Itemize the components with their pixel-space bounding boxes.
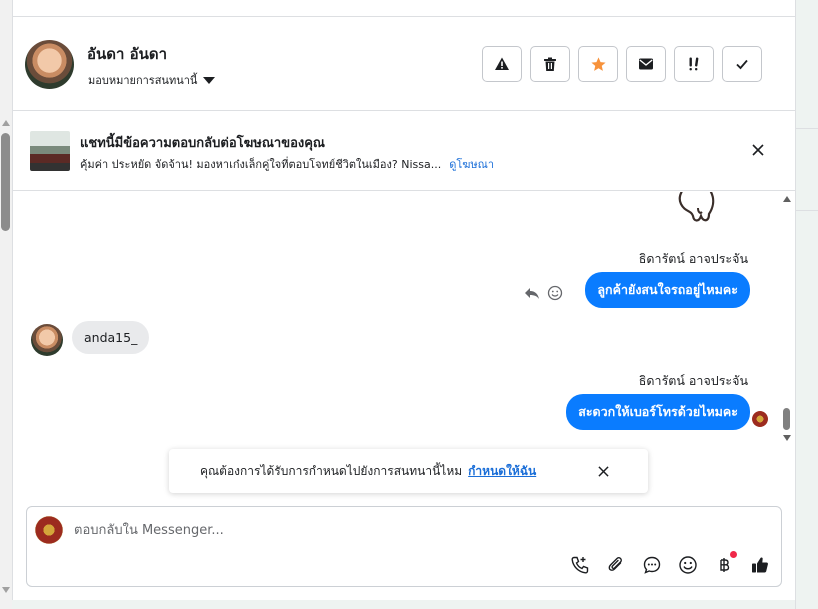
close-prompt-button[interactable]	[594, 462, 612, 480]
ad-reply-banner: แชทนี้มีข้อความตอบกลับต่อโฆษณาของคุณ คุ้…	[13, 112, 796, 191]
view-ad-link[interactable]: ดูโฆษณา	[449, 158, 494, 171]
outgoing-message-bubble[interactable]: ลูกค้ายังสนใจรถอยู่ไหมคะ	[585, 272, 750, 308]
contact-avatar[interactable]	[25, 40, 74, 89]
scroll-thumb[interactable]	[1, 133, 10, 231]
star-icon	[590, 56, 606, 71]
react-emoji-icon[interactable]	[547, 285, 563, 301]
star-button[interactable]	[578, 46, 618, 82]
emoji-button[interactable]	[676, 553, 700, 577]
close-banner-button[interactable]	[746, 138, 770, 162]
incoming-message-bubble[interactable]: anda15_	[72, 321, 150, 354]
ad-thumbnail[interactable]	[30, 131, 70, 171]
outgoing-message-bubble[interactable]: สะดวกให้เบอร์โทรด้วยไหมคะ	[566, 394, 750, 430]
follow-up-button[interactable]	[674, 46, 714, 82]
composer-toolbar	[568, 551, 772, 577]
contact-avatar-small[interactable]	[31, 324, 63, 356]
caret-down-icon	[203, 76, 216, 84]
saved-replies-button[interactable]	[640, 553, 664, 577]
mark-done-button[interactable]	[722, 46, 762, 82]
chat-bubble-icon	[643, 556, 661, 574]
chat-scroll-down-arrow[interactable]	[783, 435, 791, 441]
message-sender: ธิดารัตน์ อาจประจัน	[638, 373, 748, 388]
close-icon	[752, 144, 764, 156]
seen-indicator-avatar	[752, 411, 768, 427]
check-icon	[736, 59, 748, 70]
reply-input[interactable]	[74, 519, 574, 541]
trash-icon	[544, 57, 556, 71]
notification-dot	[730, 551, 737, 558]
scroll-down-arrow[interactable]	[2, 587, 10, 593]
attach-button[interactable]	[604, 553, 628, 577]
assign-prompt-text: คุณต้องการได้รับการกำหนดไปยังการสนทนานี้…	[200, 462, 536, 481]
double-exclamation-icon	[689, 57, 699, 71]
contact-name[interactable]: อันดา อันดา	[87, 42, 167, 66]
send-like-button[interactable]	[748, 553, 772, 577]
outer-scrollbar[interactable]	[0, 0, 12, 609]
delete-button[interactable]	[530, 46, 570, 82]
chat-scroll-up-arrow[interactable]	[783, 196, 791, 202]
chat-scroll-thumb[interactable]	[783, 408, 790, 430]
ad-banner-subtitle: คุ้มค่า ประหยัด จัดจ้าน! มองหาเก๋งเล็กคู…	[80, 155, 494, 173]
assign-prompt-question: คุณต้องการได้รับการกำหนดไปยังการสนทนานี้…	[200, 464, 463, 478]
message-sender: ธิดารัตน์ อาจประจัน	[638, 251, 748, 266]
assign-to-me-prompt: คุณต้องการได้รับการกำหนดไปยังการสนทนานี้…	[169, 449, 648, 493]
mark-unread-button[interactable]	[626, 46, 666, 82]
page-avatar	[35, 516, 63, 544]
ad-description: คุ้มค่า ประหยัด จัดจ้าน! มองหาเก๋งเล็กคู…	[80, 158, 442, 171]
paperclip-icon	[608, 557, 622, 571]
ad-banner-title: แชทนี้มีข้อความตอบกลับต่อโฆษณาของคุณ	[80, 136, 325, 151]
assign-label: มอบหมายการสนทนานี้	[88, 74, 198, 87]
mark-spam-button[interactable]	[482, 46, 522, 82]
payment-button[interactable]	[712, 551, 737, 577]
assign-conversation-dropdown[interactable]: มอบหมายการสนทนานี้	[88, 71, 216, 89]
warning-icon	[495, 57, 509, 70]
conversation-header: อันดา อันดา มอบหมายการสนทนานี้	[13, 17, 796, 111]
message-list: ธิดารัตน์ อาจประจัน ลูกค้ายังสนใจรถอยู่ไ…	[13, 192, 796, 446]
scroll-up-arrow[interactable]	[2, 120, 10, 126]
message-composer	[26, 506, 782, 587]
call-button[interactable]	[568, 553, 592, 577]
conversation-panel: อันดา อันดา มอบหมายการสนทนานี้ แชทนี้มีข…	[12, 0, 796, 600]
close-icon	[597, 465, 609, 477]
baht-icon	[720, 558, 730, 572]
assign-to-me-link[interactable]: กำหนดให้ฉัน	[468, 464, 536, 478]
chat-scrollbar[interactable]	[781, 192, 793, 446]
emoji-icon	[679, 556, 697, 574]
reply-icon[interactable]	[524, 286, 540, 300]
right-side-panel	[795, 0, 818, 609]
message-actions	[524, 285, 563, 301]
envelope-icon	[639, 58, 653, 70]
cartoon-sticker	[678, 192, 715, 222]
thumbs-up-icon	[752, 557, 768, 573]
phone-plus-icon	[571, 556, 589, 574]
